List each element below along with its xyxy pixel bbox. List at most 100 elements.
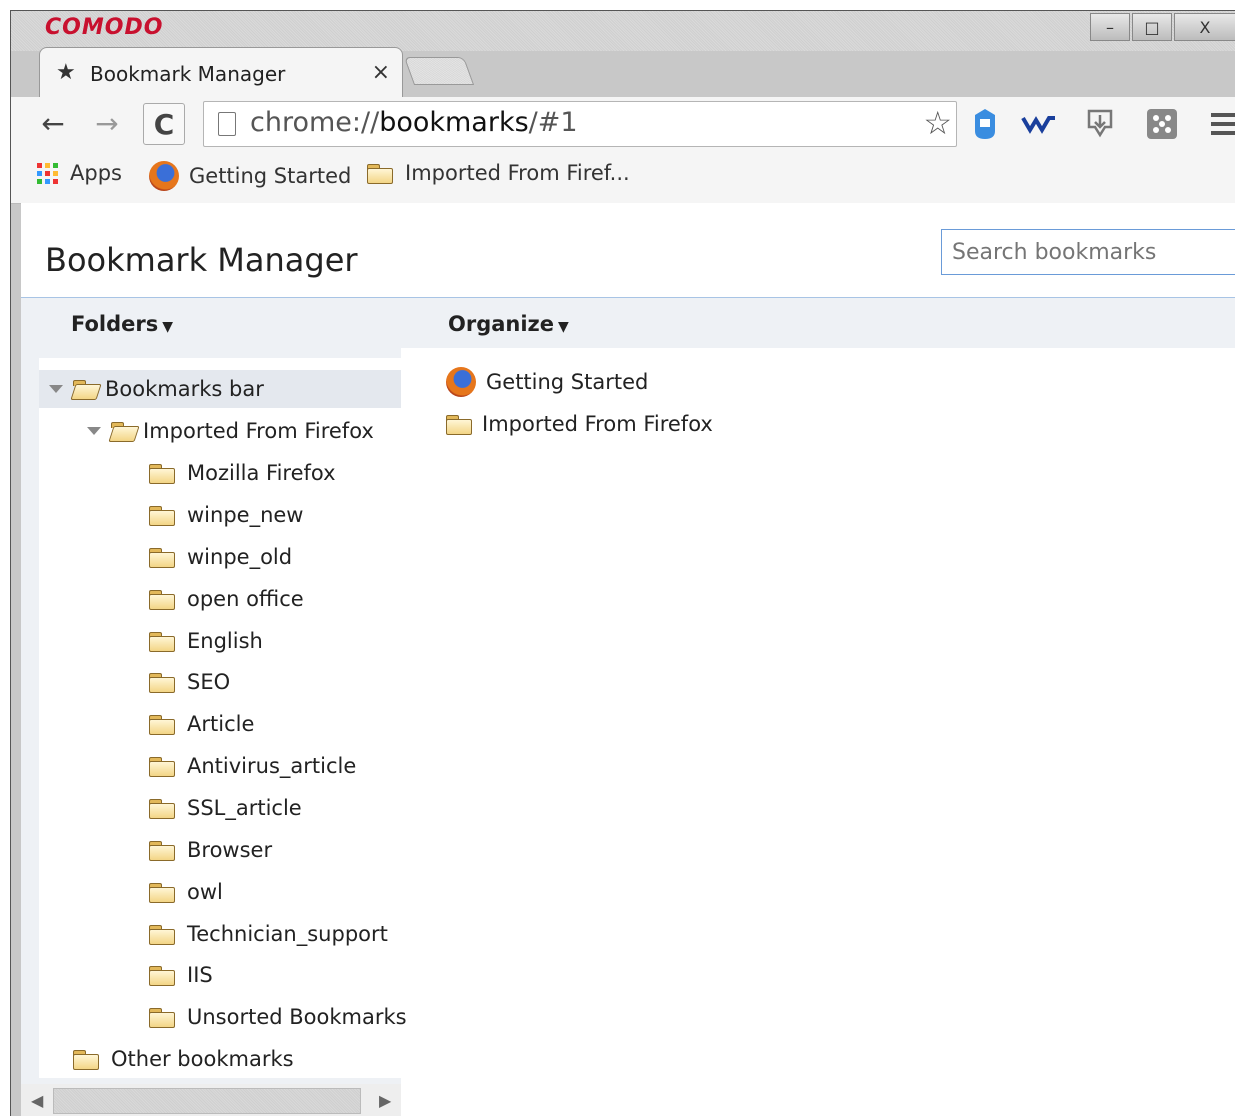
folders-menu[interactable]: Folders ▼ bbox=[71, 312, 173, 336]
caret-down-icon: ▼ bbox=[162, 319, 174, 335]
tree-item[interactable]: Mozilla Firefox bbox=[149, 454, 336, 492]
address-bar[interactable]: chrome://bookmarks/#1 ☆ bbox=[203, 101, 957, 147]
tree-item-label: Browser bbox=[187, 838, 273, 862]
firefox-icon bbox=[149, 161, 179, 191]
scroll-left-icon[interactable]: ◀ bbox=[31, 1091, 43, 1110]
dice-extension-icon[interactable] bbox=[1145, 107, 1179, 148]
tree-item[interactable]: SEO bbox=[149, 663, 230, 701]
back-button[interactable]: ← bbox=[33, 103, 73, 143]
expand-arrow-icon[interactable] bbox=[49, 385, 63, 393]
page-icon bbox=[218, 112, 236, 136]
scroll-right-icon[interactable]: ▶ bbox=[379, 1091, 391, 1110]
tree-item-label: Mozilla Firefox bbox=[187, 461, 336, 485]
page-header: Bookmark Manager bbox=[21, 203, 1235, 298]
tree-item-label: winpe_new bbox=[187, 503, 304, 527]
folder-icon bbox=[149, 547, 175, 568]
toolbar: ← → C chrome://bookmarks/#1 ☆ bbox=[11, 97, 1235, 149]
menu-icon[interactable] bbox=[1211, 111, 1235, 144]
folder-tree: Bookmarks bar Imported From Firefox Mozi… bbox=[39, 358, 407, 1078]
star-icon: ★ bbox=[56, 60, 76, 85]
tree-item-label: SEO bbox=[187, 670, 231, 694]
tree-item-label: SSL_article bbox=[187, 796, 302, 820]
tree-item-label: IIS bbox=[187, 963, 213, 987]
folder-icon bbox=[149, 505, 175, 526]
folder-tree-pane: Bookmarks bar Imported From Firefox Mozi… bbox=[21, 348, 407, 1116]
menu-bar: Folders ▼ Organize ▼ bbox=[21, 298, 1235, 348]
bookmark-label: Apps bbox=[70, 161, 122, 185]
w-extension-icon[interactable] bbox=[1021, 111, 1057, 141]
tree-item[interactable]: Article bbox=[149, 705, 254, 743]
tree-item-label: Imported From Firefox bbox=[143, 419, 374, 443]
bookmark-star-icon[interactable]: ☆ bbox=[923, 104, 952, 142]
tab-strip: ★ Bookmark Manager × bbox=[11, 41, 1235, 98]
bookmark-label: Getting Started bbox=[189, 164, 352, 188]
folder-icon bbox=[149, 840, 175, 861]
tab-close-icon[interactable]: × bbox=[372, 60, 390, 85]
tree-item-label: Bookmarks bar bbox=[105, 377, 264, 401]
tree-item[interactable]: winpe_old bbox=[149, 538, 292, 576]
tree-item[interactable]: open office bbox=[149, 580, 304, 618]
tree-item-label: winpe_old bbox=[187, 545, 293, 569]
maximize-button[interactable]: □ bbox=[1132, 13, 1172, 41]
tree-item[interactable]: winpe_new bbox=[149, 496, 303, 534]
tree-item-imported-from-firefox[interactable]: Imported From Firefox bbox=[87, 412, 374, 450]
browser-window: COMODO – □ X ★ Bookmark Manager × ← → C … bbox=[10, 10, 1235, 1116]
horizontal-scrollbar[interactable]: ◀ ▶ bbox=[21, 1084, 401, 1116]
list-item[interactable]: Getting Started bbox=[446, 363, 648, 401]
tree-item-label: Technician_support bbox=[187, 922, 388, 946]
url-text: chrome://bookmarks/#1 bbox=[250, 107, 578, 138]
shield-extension-icon[interactable] bbox=[973, 107, 997, 148]
search-input[interactable] bbox=[941, 229, 1235, 275]
folder-icon bbox=[149, 631, 175, 652]
folder-icon bbox=[149, 756, 175, 777]
brand-logo: COMODO bbox=[45, 15, 164, 40]
tree-item-bookmarks-bar[interactable]: Bookmarks bar bbox=[39, 370, 401, 408]
tree-item-other-bookmarks[interactable]: Other bookmarks bbox=[73, 1040, 294, 1078]
window-controls: – □ X bbox=[1088, 13, 1235, 41]
forward-button[interactable]: → bbox=[87, 103, 127, 143]
list-item[interactable]: Imported From Firefox bbox=[446, 405, 713, 443]
bookmark-imported-folder[interactable]: Imported From Firef... bbox=[367, 161, 630, 185]
tree-item[interactable]: Unsorted Bookmarks bbox=[149, 998, 407, 1036]
tree-item[interactable]: owl bbox=[149, 873, 223, 911]
tree-item-label: owl bbox=[187, 880, 223, 904]
open-folder-icon bbox=[111, 421, 137, 441]
tree-item[interactable]: Browser bbox=[149, 831, 272, 869]
tree-item-label: Article bbox=[187, 712, 255, 736]
tab-title: Bookmark Manager bbox=[90, 62, 286, 86]
tree-item[interactable]: SSL_article bbox=[149, 789, 302, 827]
organize-menu[interactable]: Organize ▼ bbox=[448, 312, 569, 336]
folder-icon bbox=[149, 924, 175, 945]
tree-item-label: Other bookmarks bbox=[111, 1047, 294, 1071]
caret-down-icon: ▼ bbox=[558, 319, 569, 335]
bookmark-getting-started[interactable]: Getting Started bbox=[149, 161, 351, 191]
reload-button[interactable]: C bbox=[143, 103, 185, 145]
tree-item-label: English bbox=[187, 629, 263, 653]
expand-arrow-icon[interactable] bbox=[87, 427, 101, 435]
folder-icon bbox=[149, 798, 175, 819]
tab-bookmark-manager[interactable]: ★ Bookmark Manager × bbox=[39, 47, 403, 98]
minimize-button[interactable]: – bbox=[1090, 13, 1130, 41]
folder-icon bbox=[149, 672, 175, 693]
tree-item[interactable]: Antivirus_article bbox=[149, 747, 356, 785]
tree-item[interactable]: IIS bbox=[149, 956, 213, 994]
bookmark-label: Imported From Firef... bbox=[405, 161, 630, 185]
tree-item[interactable]: Technician_support bbox=[149, 915, 388, 953]
folder-icon bbox=[149, 714, 175, 735]
bookmarks-bar: Apps Getting Started Imported From Firef… bbox=[11, 149, 1235, 204]
page-title: Bookmark Manager bbox=[45, 241, 358, 279]
new-tab-button[interactable] bbox=[403, 57, 475, 85]
close-window-button[interactable]: X bbox=[1174, 13, 1235, 41]
apps-grid-icon bbox=[37, 162, 58, 184]
folder-icon bbox=[149, 589, 175, 610]
scrollbar-thumb[interactable] bbox=[53, 1088, 361, 1114]
tree-item-label: Unsorted Bookmarks bbox=[187, 1005, 407, 1029]
list-item-label: Imported From Firefox bbox=[482, 412, 713, 436]
folder-icon bbox=[446, 414, 472, 435]
download-extension-icon[interactable] bbox=[1083, 107, 1117, 148]
bookmark-apps[interactable]: Apps bbox=[37, 161, 122, 185]
list-item-label: Getting Started bbox=[486, 370, 649, 394]
folder-icon bbox=[73, 1049, 99, 1070]
tree-item[interactable]: English bbox=[149, 622, 263, 660]
tree-item-label: Antivirus_article bbox=[187, 754, 357, 778]
